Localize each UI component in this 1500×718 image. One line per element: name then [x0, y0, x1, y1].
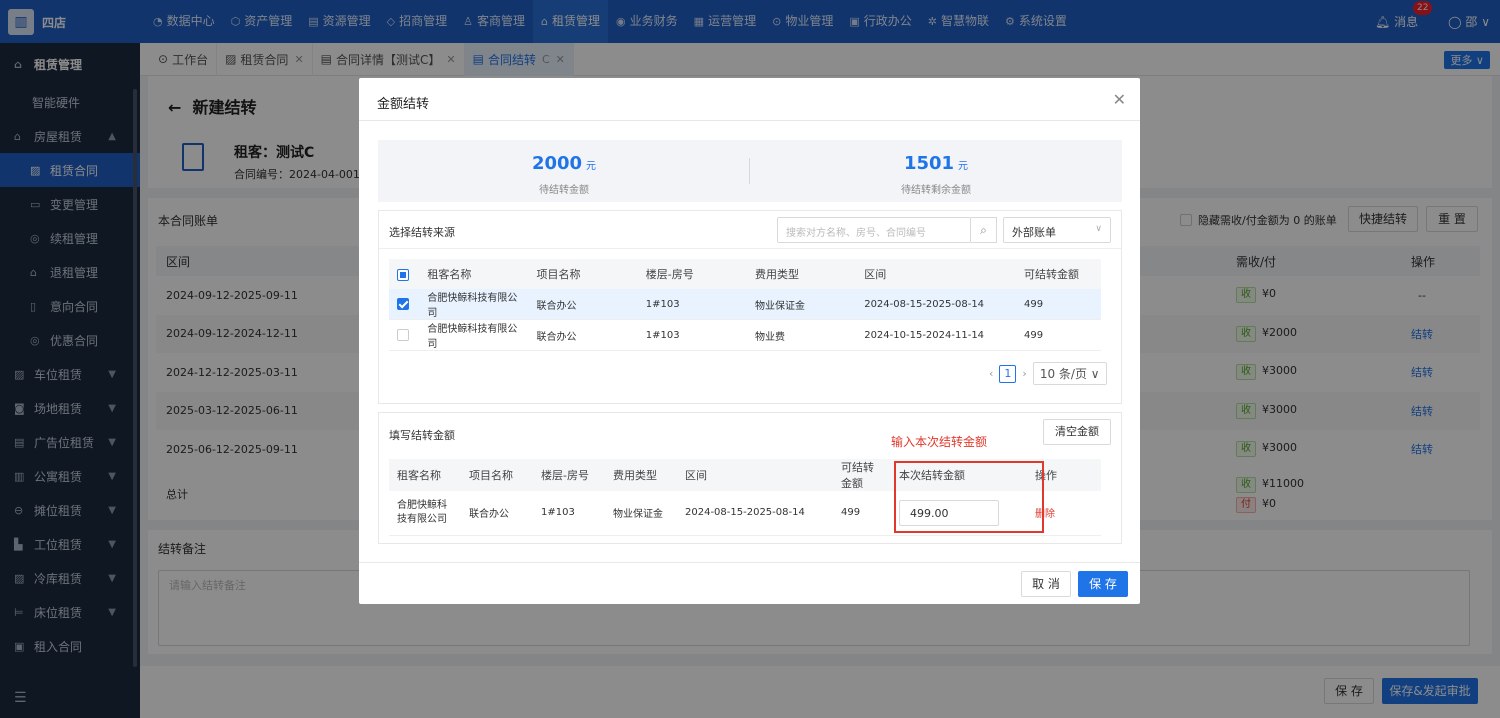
- row-checkbox-cell[interactable]: [389, 289, 420, 320]
- source-room: 1#103: [637, 289, 747, 320]
- annotation-highlight-box: [894, 461, 1044, 533]
- search-input[interactable]: 搜索对方名称、房号、合同编号: [777, 217, 971, 243]
- fill-tenant: 合肥快鲸科技有限公司: [389, 491, 461, 536]
- source-col-header: 可结转金额: [1015, 259, 1101, 289]
- row-checkbox[interactable]: [397, 298, 409, 310]
- source-project: 联合办公: [528, 319, 638, 351]
- bill-type-value: 外部账单: [1012, 226, 1056, 239]
- fill-fee-type: 物业保证金: [605, 491, 677, 536]
- fill-range: 2024-08-15-2025-08-14: [677, 491, 833, 536]
- page-size-value: 10 条/页: [1039, 367, 1087, 381]
- pagination: ‹ 1 › 10 条/页 ∨: [989, 362, 1107, 385]
- bill-type-select[interactable]: 外部账单 ∨: [1003, 217, 1111, 243]
- source-amount: 499: [1015, 289, 1101, 320]
- source-table: 租客名称 项目名称 楼层-房号 费用类型 区间 可结转金额 合肥快鲸科技有限公司 联合办公 1…: [389, 259, 1101, 351]
- clear-amount-button[interactable]: 清空金额: [1043, 419, 1111, 445]
- chevron-down-icon: ∨: [1090, 367, 1100, 381]
- divider: [379, 248, 1121, 249]
- source-tenant: 合肥快鲸科技有限公司: [419, 289, 529, 320]
- amount-carryover-dialog: 金额结转 ✕ 2000 元 待结转金额 1501 元 待结转剩余金额 选择结转来源 …: [359, 78, 1140, 604]
- pending-amount: 2000: [531, 153, 583, 174]
- divider: [359, 562, 1140, 563]
- search-icon[interactable]: ⌕: [971, 217, 997, 243]
- cancel-button[interactable]: 取 消: [1021, 571, 1071, 597]
- dialog-title: 金额结转: [377, 97, 430, 112]
- fill-col-header: 项目名称: [461, 459, 533, 491]
- modal-save-button[interactable]: 保 存: [1078, 571, 1128, 597]
- source-col-header: 区间: [856, 259, 1016, 289]
- fill-col-header: 楼层-房号: [533, 459, 605, 491]
- amount-summary: 2000 元 待结转金额 1501 元 待结转剩余金额: [378, 140, 1122, 202]
- source-col-header: 费用类型: [746, 259, 857, 289]
- page-size-select[interactable]: 10 条/页 ∨: [1032, 362, 1107, 385]
- fill-room: 1#103: [533, 491, 605, 536]
- fill-project: 联合办公: [461, 491, 533, 536]
- source-tenant: 合肥快鲸科技有限公司: [419, 319, 529, 351]
- source-room: 1#103: [637, 319, 747, 351]
- source-row[interactable]: 合肥快鲸科技有限公司 联合办公 1#103 物业费 2024-10-15-2024-11…: [389, 319, 1101, 351]
- source-col-header: 项目名称: [528, 259, 638, 289]
- fill-col-header: 可结转金额: [833, 459, 891, 491]
- source-title: 选择结转来源: [389, 226, 455, 239]
- source-panel: 选择结转来源 搜索对方名称、房号、合同编号 ⌕ 外部账单 ∨ 租客名称 项目名称 楼层…: [378, 210, 1122, 404]
- fill-title: 填写结转金额: [389, 429, 455, 442]
- row-checkbox[interactable]: [397, 329, 409, 341]
- select-all-checkbox[interactable]: [397, 268, 409, 281]
- pending-label: 待结转金额: [539, 185, 589, 196]
- source-fee: 物业费: [746, 319, 857, 351]
- fill-col-header: 费用类型: [605, 459, 677, 491]
- remaining-label: 待结转剩余金额: [901, 185, 971, 196]
- remaining-unit: 元: [958, 161, 969, 172]
- divider: [359, 120, 1140, 121]
- source-col-header: 楼层-房号: [637, 259, 747, 289]
- source-project: 联合办公: [528, 289, 638, 320]
- source-range: 2024-10-15-2024-11-14: [856, 319, 1016, 351]
- source-row[interactable]: 合肥快鲸科技有限公司 联合办公 1#103 物业保证金 2024-08-15-2025-…: [389, 289, 1101, 320]
- fill-col-header: 租客名称: [389, 459, 461, 491]
- source-range: 2024-08-15-2025-08-14: [856, 289, 1016, 320]
- next-page-icon[interactable]: ›: [1022, 367, 1026, 380]
- pending-unit: 元: [586, 161, 597, 172]
- source-amount: 499: [1015, 319, 1101, 351]
- select-all-cell[interactable]: [389, 259, 420, 289]
- current-page[interactable]: 1: [999, 364, 1017, 383]
- chevron-down-icon: ∨: [1095, 224, 1102, 234]
- source-col-header: 租客名称: [419, 259, 529, 289]
- prev-page-icon[interactable]: ‹: [989, 367, 993, 380]
- annotation-text: 输入本次结转金额: [891, 435, 988, 449]
- fill-available: 499: [833, 491, 891, 536]
- close-icon[interactable]: ✕: [1113, 90, 1126, 109]
- source-fee: 物业保证金: [746, 289, 857, 320]
- remaining-amount: 1501: [903, 153, 955, 174]
- fill-col-header: 区间: [677, 459, 833, 491]
- row-checkbox-cell[interactable]: [389, 319, 420, 351]
